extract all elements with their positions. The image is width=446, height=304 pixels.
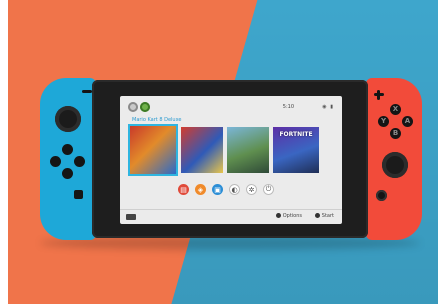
a-button-label: A	[404, 117, 411, 125]
game-tile-mario-kart[interactable]	[130, 126, 176, 174]
left-joycon	[40, 78, 96, 240]
home-menu-bar: ▤ ◈ ▣ ◐ ✲ ⏻	[178, 184, 288, 196]
user-avatar-1[interactable]	[128, 102, 138, 112]
controllers-icon[interactable]: ◐	[229, 184, 240, 195]
settings-icon[interactable]: ✲	[246, 184, 257, 195]
home-screen: 5:10 ◉ ▮ Mario Kart 8 Deluxe FORTNITE ▤ …	[120, 96, 342, 224]
power-icon[interactable]: ⏻	[263, 184, 274, 195]
game-tile-zelda[interactable]	[227, 127, 269, 173]
user-avatar-2[interactable]	[140, 102, 150, 112]
photo-scene: X Y A B 5:10 ◉ ▮ Mario Kart 8 Deluxe FOR…	[0, 0, 446, 304]
game-tiles: FORTNITE	[130, 126, 338, 179]
plus-hint-icon	[275, 213, 281, 218]
minus-button[interactable]	[82, 90, 92, 93]
dpad-left-button[interactable]	[50, 156, 61, 167]
options-hint-label: Options	[282, 213, 302, 219]
a-hint-icon	[314, 213, 320, 218]
right-joycon: X Y A B	[366, 78, 422, 240]
start-hint-label: Start	[321, 213, 334, 219]
plus-button-vertical[interactable]	[377, 90, 380, 100]
right-analog-stick[interactable]	[382, 152, 408, 178]
capture-button[interactable]	[74, 190, 83, 199]
album-icon[interactable]: ▣	[212, 184, 223, 195]
home-button[interactable]	[376, 190, 387, 201]
left-analog-stick[interactable]	[55, 106, 81, 132]
b-button-label: B	[392, 129, 399, 137]
news-icon[interactable]: ▤	[178, 184, 189, 195]
dpad-right-button[interactable]	[74, 156, 85, 167]
y-button-label: Y	[380, 117, 387, 125]
x-button-label: X	[392, 105, 399, 113]
game-tile-text: FORTNITE	[279, 131, 313, 138]
game-tile-mario-odyssey[interactable]	[181, 127, 223, 173]
shop-icon[interactable]: ◈	[195, 184, 206, 195]
options-hint[interactable]: Options	[275, 213, 302, 219]
bottom-hint-bar: Options Start	[120, 209, 342, 224]
console-shadow	[40, 236, 420, 250]
game-tile-fortnite[interactable]: FORTNITE	[273, 127, 319, 173]
controller-icon	[126, 214, 136, 220]
top-bar: 5:10 ◉ ▮	[126, 102, 336, 114]
clock: 5:10	[282, 104, 294, 110]
dpad-up-button[interactable]	[62, 144, 73, 155]
status-icons: ◉ ▮	[322, 104, 334, 110]
dpad-down-button[interactable]	[62, 168, 73, 179]
selected-game-title: Mario Kart 8 Deluxe	[132, 117, 182, 123]
start-hint[interactable]: Start	[314, 213, 334, 219]
